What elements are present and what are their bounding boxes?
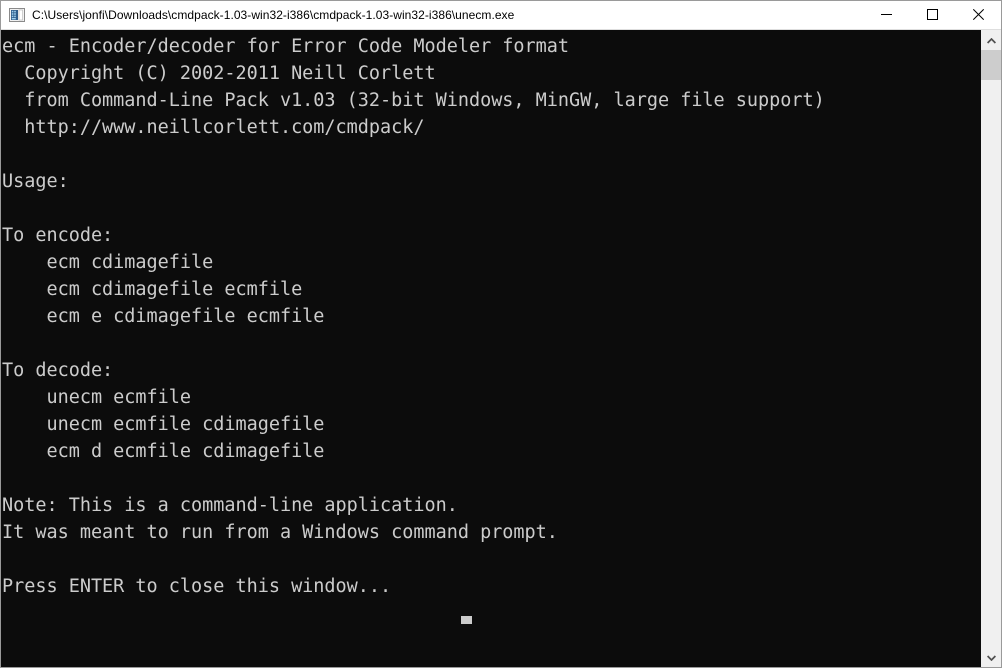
text-cursor: [461, 616, 472, 624]
scrollbar-thumb[interactable]: [981, 50, 1001, 80]
console-app-icon: [9, 7, 25, 23]
console-window: C:\Users\jonfi\Downloads\cmdpack-1.03-wi…: [0, 0, 1002, 668]
close-icon: [972, 8, 984, 23]
minimize-button[interactable]: [863, 1, 909, 30]
chevron-up-icon: [986, 31, 996, 49]
maximize-icon: [926, 8, 938, 23]
vertical-scrollbar[interactable]: [980, 30, 1001, 667]
maximize-button[interactable]: [909, 1, 955, 30]
window-body: ecm - Encoder/decoder for Error Code Mod…: [1, 30, 1001, 667]
console-text: ecm - Encoder/decoder for Error Code Mod…: [2, 36, 825, 597]
close-button[interactable]: [955, 1, 1001, 30]
console-output-area[interactable]: ecm - Encoder/decoder for Error Code Mod…: [1, 30, 980, 667]
titlebar[interactable]: C:\Users\jonfi\Downloads\cmdpack-1.03-wi…: [1, 1, 1001, 30]
minimize-icon: [880, 8, 892, 23]
scroll-down-button[interactable]: [981, 647, 1001, 667]
window-title: C:\Users\jonfi\Downloads\cmdpack-1.03-wi…: [32, 7, 515, 22]
chevron-down-icon: [986, 648, 996, 666]
scroll-up-button[interactable]: [981, 30, 1001, 50]
scrollbar-track[interactable]: [981, 50, 1001, 647]
